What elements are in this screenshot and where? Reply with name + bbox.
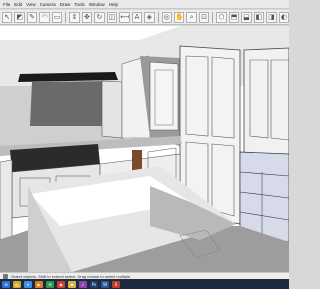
offset-icon[interactable]: ◫ xyxy=(106,11,118,23)
menu-camera[interactable]: Camera xyxy=(40,0,56,9)
start-icon[interactable]: ⊞ xyxy=(2,280,10,288)
right-view-icon[interactable]: ◧ xyxy=(253,11,265,23)
select-arrow-icon[interactable]: ↖ xyxy=(2,11,13,23)
menu-file[interactable]: File xyxy=(3,0,10,9)
menu-help[interactable]: Help xyxy=(109,0,118,9)
menu-tools[interactable]: Tools xyxy=(74,0,85,9)
word-icon[interactable]: W xyxy=(101,280,109,288)
range-hood-side xyxy=(101,80,123,139)
info-icon xyxy=(3,273,8,279)
pan-icon[interactable]: ✋ xyxy=(173,11,185,23)
range-hood-shadow xyxy=(30,81,110,126)
menu-view[interactable]: View xyxy=(26,0,36,9)
left-view-icon[interactable]: ◐ xyxy=(278,11,290,23)
paint-bucket-icon[interactable]: ◈ xyxy=(144,11,155,23)
chrome-icon[interactable]: ◉ xyxy=(57,280,65,288)
folder-icon[interactable]: ▰ xyxy=(68,280,76,288)
back-view-icon[interactable]: ◨ xyxy=(266,11,277,23)
top-view-icon[interactable]: ⬒ xyxy=(228,11,240,23)
toolbar-separator xyxy=(157,11,159,23)
toolbar-separator xyxy=(65,11,67,23)
model-viewport[interactable] xyxy=(0,26,289,272)
explorer-icon[interactable]: ▤ xyxy=(13,280,21,288)
status-text: Select objects. Shift to extend select. … xyxy=(11,273,132,279)
wood-accent-panel xyxy=(132,150,142,172)
eraser-icon[interactable]: ◩ xyxy=(14,11,25,23)
os-taskbar: ⊞ ▤ e ▶ ✉ ◉ ▰ ♪ Ps W S xyxy=(0,279,289,289)
toolbar-separator xyxy=(212,11,214,23)
iso-view-icon[interactable]: ⬡ xyxy=(216,11,227,23)
upper-cabinet-center xyxy=(149,61,179,131)
kitchen-model-render xyxy=(0,26,289,272)
menu-bar: File Edit View Camera Draw Tools Window Help xyxy=(0,0,289,9)
mail-icon[interactable]: ✉ xyxy=(46,280,54,288)
main-toolbar: ↖ ◩ ✎ ◠ ▭ ⇕ ✥ ↻ ◫ ⟷ A ◈ ◎ ✋ ⌕ ⊡ ⬡ ⬒ ⬓ ◧ ◨ ◐ xyxy=(0,10,290,25)
move-icon[interactable]: ✥ xyxy=(81,11,93,23)
music-icon[interactable]: ♪ xyxy=(79,280,87,288)
media-icon[interactable]: ▶ xyxy=(35,280,43,288)
menu-window[interactable]: Window xyxy=(89,0,105,9)
left-base-cabinet xyxy=(0,159,13,241)
zoom-icon[interactable]: ⌕ xyxy=(186,11,197,23)
rotate-icon[interactable]: ↻ xyxy=(94,11,105,23)
menu-draw[interactable]: Draw xyxy=(60,0,71,9)
arc-icon[interactable]: ◠ xyxy=(39,11,50,23)
front-view-icon[interactable]: ⬓ xyxy=(241,11,252,23)
orbit-icon[interactable]: ◎ xyxy=(161,11,172,23)
photoshop-icon[interactable]: Ps xyxy=(90,280,98,288)
rectangle-icon[interactable]: ▭ xyxy=(51,11,63,23)
menu-edit[interactable]: Edit xyxy=(14,0,22,9)
tape-measure-icon[interactable]: ⟷ xyxy=(119,11,130,23)
ie-icon[interactable]: e xyxy=(24,280,32,288)
push-pull-icon[interactable]: ⇕ xyxy=(69,11,80,23)
text-icon[interactable]: A xyxy=(131,11,143,23)
zoom-extents-icon[interactable]: ⊡ xyxy=(198,11,210,23)
status-bar: Select objects. Shift to extend select. … xyxy=(0,272,289,279)
sketchup-icon[interactable]: S xyxy=(112,280,120,288)
pencil-icon[interactable]: ✎ xyxy=(26,11,38,23)
